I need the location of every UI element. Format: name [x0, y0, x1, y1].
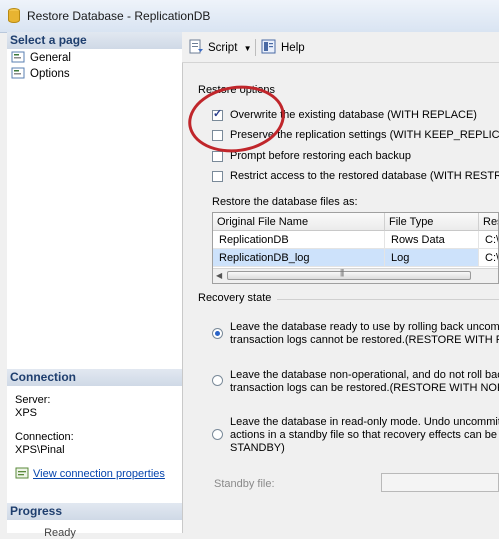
- prompt-before-restore-checkbox[interactable]: [212, 151, 223, 162]
- select-page-heading: Select a page: [7, 32, 182, 49]
- title-bar: Restore Database - ReplicationDB: [0, 0, 499, 33]
- restore-options-heading: Restore options: [198, 84, 276, 96]
- standby-option-line: actions in a standby file so that recove…: [230, 429, 499, 441]
- toolbar: Script ▼ Help: [182, 32, 499, 63]
- page-icon: [11, 51, 25, 63]
- horizontal-scrollbar[interactable]: ◀: [213, 268, 498, 283]
- preserve-replication-checkbox[interactable]: [212, 130, 223, 141]
- table-cell-restore-as[interactable]: C:\: [479, 249, 498, 267]
- table-row-selected[interactable]: ReplicationDB_log: [213, 249, 385, 267]
- left-pane: Select a page General Options Connection…: [7, 32, 183, 539]
- preserve-replication-label: Preserve the replication settings (WITH …: [230, 129, 499, 141]
- standby-file-label: Standby file:: [214, 478, 275, 490]
- table-cell-file-type[interactable]: Log: [385, 249, 479, 267]
- view-connection-link[interactable]: View connection properties: [33, 468, 165, 480]
- recovery-option-line: transaction logs cannot be restored.(RES…: [230, 334, 499, 346]
- prompt-before-restore-label: Prompt before restoring each backup: [230, 150, 411, 162]
- column-file-type[interactable]: File Type: [385, 213, 479, 231]
- standby-file-input[interactable]: [381, 473, 499, 492]
- table-cell-file-type[interactable]: Rows Data: [385, 231, 479, 249]
- recovery-state-heading: Recovery state: [198, 292, 272, 304]
- help-button[interactable]: Help: [261, 39, 305, 55]
- page-general-label: General: [30, 52, 71, 64]
- window-title: Restore Database - ReplicationDB: [27, 9, 211, 23]
- restrict-access-label: Restrict access to the restored database…: [230, 170, 499, 182]
- help-icon: [261, 39, 276, 54]
- server-label: Server:: [15, 394, 51, 406]
- script-button[interactable]: Script ▼: [188, 39, 252, 55]
- page-options[interactable]: Options: [11, 66, 70, 82]
- column-original-file-name[interactable]: Original File Name: [213, 213, 385, 231]
- progress-heading: Progress: [7, 503, 182, 520]
- script-label: Script: [208, 42, 238, 54]
- connection-value: XPS\Pinal: [15, 444, 65, 456]
- help-label: Help: [281, 42, 305, 54]
- group-divider: [277, 299, 499, 300]
- recovery-option-line: Leave the database ready to use by rolli…: [230, 321, 499, 333]
- script-icon: [189, 39, 203, 54]
- restrict-access-checkbox[interactable]: [212, 171, 223, 182]
- database-icon: [8, 8, 20, 23]
- standby-option-line: STANDBY): [230, 442, 285, 454]
- page-general[interactable]: General: [11, 50, 71, 66]
- page-icon: [11, 67, 25, 79]
- server-value: XPS: [15, 407, 38, 419]
- column-restore-as[interactable]: Restore As: [479, 213, 498, 231]
- overwrite-checkbox[interactable]: [212, 107, 223, 121]
- restore-files-grid[interactable]: Original File Name File Type Restore As …: [212, 212, 499, 284]
- progress-status: Ready: [27, 527, 76, 539]
- standby-option-line: Leave the database in read-only mode. Un…: [230, 416, 499, 428]
- script-dropdown-icon[interactable]: ▼: [244, 44, 252, 53]
- recovery-option-label: Leave the database ready to use by rolli…: [230, 321, 499, 347]
- view-connection-properties[interactable]: View connection properties: [15, 467, 165, 480]
- scroll-left-icon[interactable]: ◀: [216, 271, 222, 280]
- toolbar-separator: [255, 39, 256, 56]
- properties-icon: [15, 467, 29, 479]
- table-row[interactable]: ReplicationDB: [213, 231, 385, 249]
- page-options-label: Options: [30, 68, 70, 80]
- options-panel: Restore options Overwrite the existing d…: [182, 63, 499, 533]
- table-cell-restore-as[interactable]: C:\: [479, 231, 498, 249]
- restore-files-heading: Restore the database files as:: [212, 196, 358, 208]
- connection-label: Connection:: [15, 431, 74, 443]
- progress-status-text: Ready: [44, 527, 76, 539]
- standby-option-label: Leave the database in read-only mode. Un…: [230, 416, 499, 455]
- norecovery-option-label: Leave the database non-operational, and …: [230, 369, 499, 395]
- connection-heading: Connection: [7, 369, 182, 386]
- progress-spinner-icon: [27, 528, 41, 536]
- recovery-option-radio[interactable]: [212, 328, 223, 339]
- overwrite-label: Overwrite the existing database (WITH RE…: [230, 109, 477, 121]
- standby-option-radio[interactable]: [212, 429, 223, 440]
- scrollbar-thumb[interactable]: [227, 268, 471, 280]
- norecovery-option-radio[interactable]: [212, 375, 223, 386]
- norecovery-option-line: Leave the database non-operational, and …: [230, 369, 499, 381]
- norecovery-option-line: transaction logs can be restored.(RESTOR…: [230, 382, 499, 394]
